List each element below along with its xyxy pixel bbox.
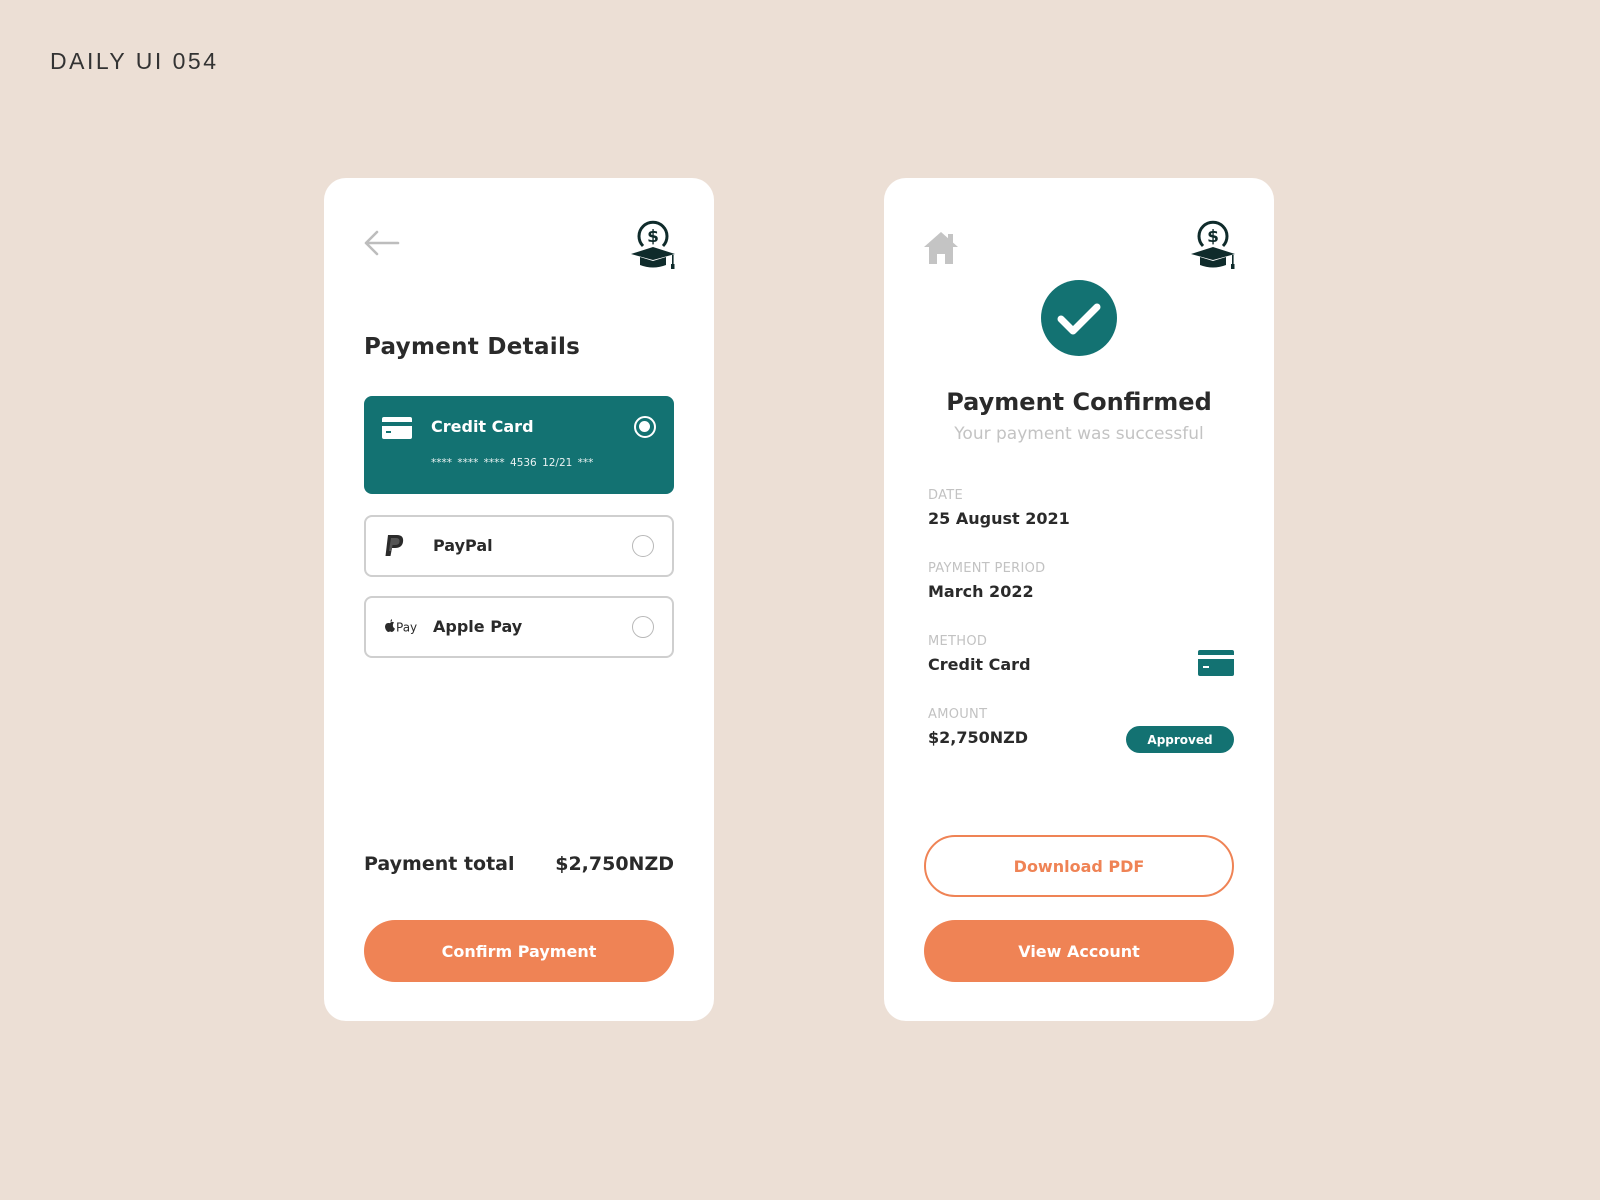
detail-value: Credit Card — [928, 655, 1031, 674]
credit-card-icon — [1198, 650, 1234, 676]
download-pdf-button[interactable]: Download PDF — [924, 835, 1234, 897]
detail-label: DATE — [928, 488, 964, 503]
home-icon[interactable] — [922, 230, 960, 266]
view-account-button[interactable]: View Account — [924, 920, 1234, 982]
confirmation-title: Payment Confirmed — [946, 388, 1212, 416]
arrow-left-icon[interactable] — [362, 228, 400, 258]
card-details: **** **** **** 4536 12/21 *** — [431, 457, 594, 469]
payment-method-credit-card[interactable]: Credit Card **** **** **** 4536 12/21 **… — [364, 396, 674, 494]
detail-method: METHOD Credit Card — [928, 634, 1031, 674]
radio-selected[interactable] — [634, 416, 656, 438]
payment-total-label: Payment total — [364, 853, 515, 875]
method-label: PayPal — [433, 536, 493, 555]
svg-text:$: $ — [1207, 227, 1219, 247]
method-label: Credit Card — [431, 417, 534, 436]
radio-unselected[interactable] — [632, 616, 654, 638]
detail-amount: AMOUNT $2,750NZD — [928, 707, 1028, 747]
payment-method-paypal[interactable]: PayPal — [364, 515, 674, 577]
confirmation-subtitle: Your payment was successful — [954, 424, 1204, 444]
method-label: Apple Pay — [433, 617, 523, 636]
payment-method-apple-pay[interactable]: Pay Apple Pay — [364, 596, 674, 658]
detail-value: $2,750NZD — [928, 728, 1029, 747]
radio-unselected[interactable] — [632, 535, 654, 557]
detail-payment-period: PAYMENT PERIOD March 2022 — [928, 561, 1045, 601]
apple-pay-icon-text: Pay — [396, 621, 417, 635]
detail-label: AMOUNT — [928, 707, 988, 722]
graduation-cap-dollar-icon: $ — [630, 218, 676, 272]
detail-label: PAYMENT PERIOD — [928, 561, 1046, 576]
detail-date: DATE 25 August 2021 — [928, 488, 1070, 528]
detail-value: 25 August 2021 — [928, 509, 1070, 528]
detail-value: March 2022 — [928, 582, 1034, 601]
apple-pay-icon: Pay — [384, 618, 420, 640]
credit-card-icon — [382, 417, 412, 443]
check-circle-icon — [1041, 280, 1117, 356]
svg-text:$: $ — [647, 227, 659, 247]
page-title: Payment Details — [364, 334, 581, 360]
detail-label: METHOD — [928, 634, 988, 649]
paypal-icon — [384, 534, 406, 562]
graduation-cap-dollar-icon: $ — [1190, 218, 1236, 272]
status-badge: Approved — [1126, 726, 1234, 753]
payment-confirmed-card: $ Payment Confirmed Your payment was suc… — [884, 178, 1274, 1021]
payment-total-value: $2,750NZD — [555, 853, 674, 875]
confirm-payment-button[interactable]: Confirm Payment — [364, 920, 674, 982]
page-label: DAILY UI 054 — [50, 48, 219, 74]
payment-details-card: $ Payment Details Credit Card **** **** … — [324, 178, 714, 1021]
